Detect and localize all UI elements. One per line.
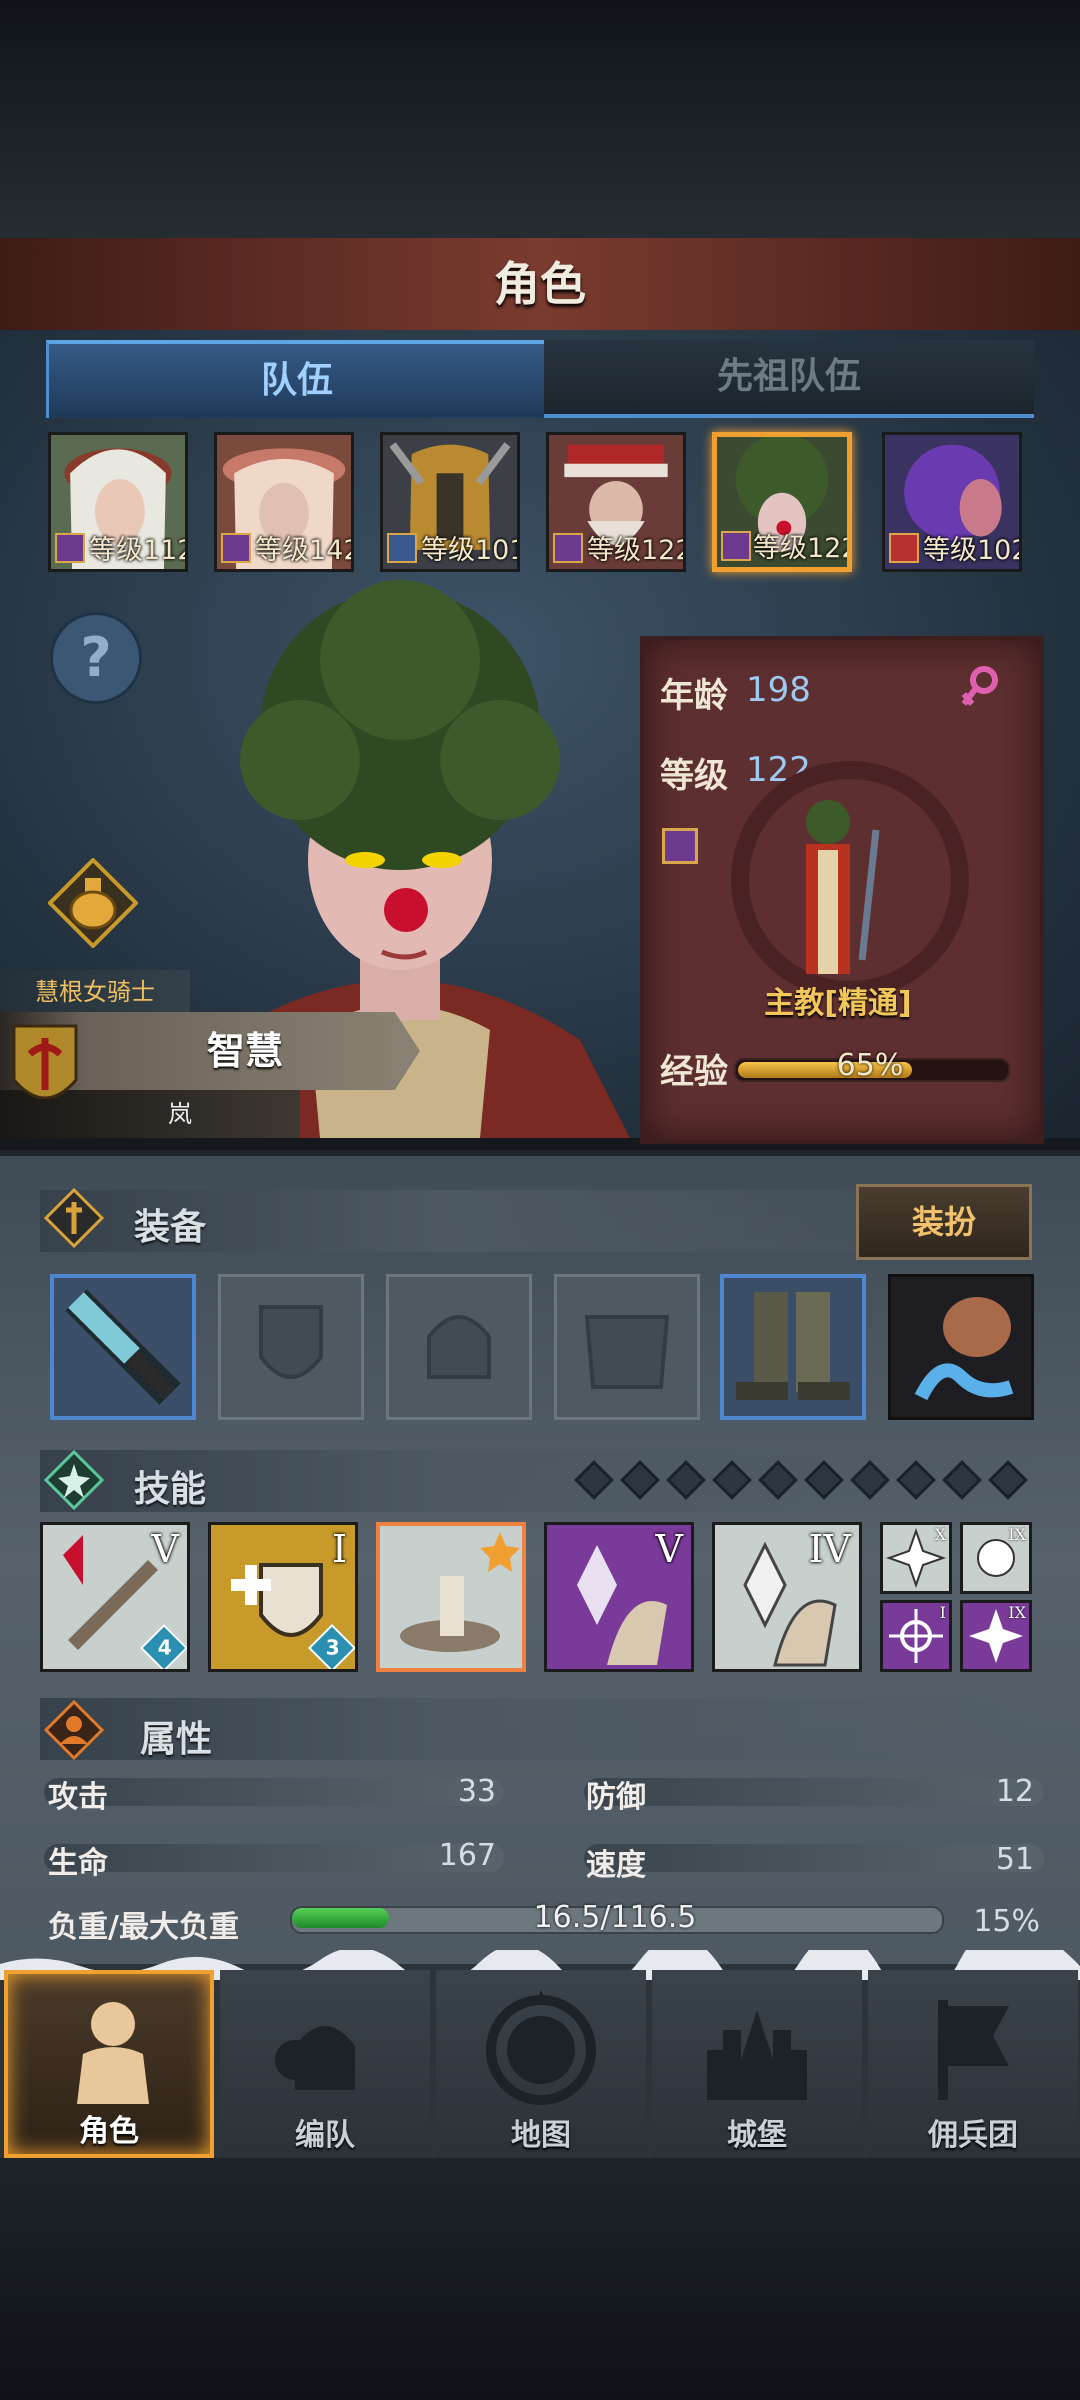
class-icon — [889, 533, 919, 563]
nav-label: 佣兵团 — [928, 2118, 1018, 2153]
vase-icon — [914, 1297, 1014, 1401]
passive-skill-3[interactable]: I — [880, 1600, 952, 1672]
skill-1[interactable]: V 4 — [40, 1522, 190, 1672]
passive-skill-4[interactable]: IX — [960, 1600, 1032, 1672]
equip-slot-helmet[interactable] — [386, 1274, 532, 1420]
attack-value: 33 — [457, 1774, 496, 1809]
roster-portrait-5-selected[interactable]: 等级122 — [712, 432, 852, 572]
nav-mercenary[interactable]: 佣兵团 — [868, 1970, 1078, 2158]
boots-icon — [736, 1292, 850, 1400]
skill-rank: X — [934, 1525, 946, 1544]
speed-value: 51 — [995, 1842, 1034, 1877]
roster-portrait-4[interactable]: 等级122 — [546, 432, 686, 572]
skill-rank: IV — [808, 1527, 851, 1571]
class-emblem-image — [731, 761, 969, 999]
speed-label: 速度 — [586, 1848, 646, 1883]
attributes-title: 属性 — [140, 1719, 213, 1760]
skill-rank: I — [939, 1603, 946, 1622]
helmet-group-icon — [275, 2026, 355, 2090]
dress-up-button[interactable]: 装扮 — [856, 1184, 1032, 1260]
skill-3[interactable] — [376, 1522, 526, 1672]
armor-icon — [584, 1315, 670, 1389]
class-icon — [721, 531, 751, 561]
nav-castle[interactable]: 城堡 — [652, 1970, 862, 2158]
nav-label: 角色 — [79, 2114, 139, 2149]
nav-map[interactable]: 地图 — [436, 1970, 646, 2158]
tab-team[interactable]: 队伍 — [46, 340, 548, 418]
nav-label: 编队 — [295, 2118, 355, 2153]
equip-slot-armor[interactable] — [554, 1274, 700, 1420]
tab-ancestor-team[interactable]: 先祖队伍 — [544, 340, 1034, 418]
roster-level: 等级102 — [923, 535, 1022, 566]
star-icon — [44, 1450, 104, 1510]
skill-2[interactable]: I 3 — [208, 1522, 358, 1672]
class-icon — [387, 533, 417, 563]
exp-percent: 65% — [836, 1048, 904, 1083]
top-background — [0, 0, 1080, 238]
class-icon — [662, 828, 698, 864]
dagger-icon — [44, 1188, 104, 1248]
roster-portrait-1[interactable]: 等级112 — [48, 432, 188, 572]
age-label: 年龄 — [660, 676, 728, 716]
load-percent: 15% — [973, 1904, 1040, 1939]
skills-title: 技能 — [134, 1469, 207, 1510]
load-value: 16.5/116.5 — [533, 1900, 697, 1935]
class-name: 主教[精通] — [764, 986, 912, 1021]
passive-skill-2[interactable]: IX — [960, 1522, 1032, 1594]
equip-slot-weapon[interactable] — [50, 1274, 196, 1420]
roster-portrait-6[interactable]: 等级102 — [882, 432, 1022, 572]
question-icon: ? — [80, 626, 112, 689]
crest-icon — [12, 1024, 78, 1100]
equip-slot-accessory[interactable] — [888, 1274, 1034, 1420]
passive-skill-1[interactable]: X — [880, 1522, 952, 1594]
nav-label: 地图 — [511, 2118, 571, 2153]
bottom-background — [0, 2158, 1080, 2400]
equip-slot-boots[interactable] — [720, 1274, 866, 1420]
nav-formation[interactable]: 编队 — [220, 1970, 430, 2158]
hp-label: 生命 — [48, 1846, 108, 1881]
skill-rank: IX — [1008, 1525, 1026, 1544]
potion-icon[interactable] — [48, 858, 138, 948]
help-button[interactable]: ? — [50, 612, 142, 704]
roster-level: 等级122 — [753, 533, 852, 564]
skill-rank: V — [655, 1527, 683, 1571]
knight-icon — [77, 2002, 149, 2104]
trait-title: 慧根女骑士 — [0, 970, 190, 1014]
trait-name[interactable]: 智慧 — [110, 1012, 380, 1090]
person-icon — [44, 1700, 104, 1760]
nav-label: 城堡 — [727, 2118, 787, 2153]
class-icon — [55, 533, 85, 563]
hp-value: 167 — [438, 1838, 496, 1873]
female-gender-icon — [961, 666, 998, 706]
class-icon — [221, 533, 251, 563]
exp-label: 经验 — [660, 1052, 728, 1092]
roster-portrait-3[interactable]: 等级101 — [380, 432, 520, 572]
class-icon — [553, 533, 583, 563]
prayer-icon — [380, 1526, 522, 1668]
helmet-icon — [427, 1315, 491, 1379]
skill-5[interactable]: IV — [712, 1522, 862, 1672]
defense-label: 防御 — [586, 1780, 646, 1815]
compass-icon — [486, 1990, 596, 2105]
equip-slot-shield[interactable] — [218, 1274, 364, 1420]
shield-icon — [259, 1305, 323, 1379]
skill-4[interactable]: V — [544, 1522, 694, 1672]
nav-character[interactable]: 角色 — [4, 1970, 214, 2158]
age-value: 198 — [746, 670, 811, 710]
defense-value: 12 — [995, 1774, 1034, 1809]
load-label: 负重/最大负重 — [48, 1910, 239, 1945]
skill-rank: I — [331, 1527, 347, 1571]
mace-icon — [65, 1289, 181, 1405]
attack-label: 攻击 — [48, 1780, 108, 1815]
banner-icon — [938, 2000, 1009, 2100]
roster-portrait-2[interactable]: 等级142 — [214, 432, 354, 572]
equipment-title: 装备 — [134, 1207, 207, 1248]
castle-icon — [707, 2010, 807, 2100]
skill-rank: V — [151, 1527, 179, 1571]
page-title: 角色 — [494, 257, 586, 311]
skill-rank: IX — [1008, 1603, 1026, 1622]
